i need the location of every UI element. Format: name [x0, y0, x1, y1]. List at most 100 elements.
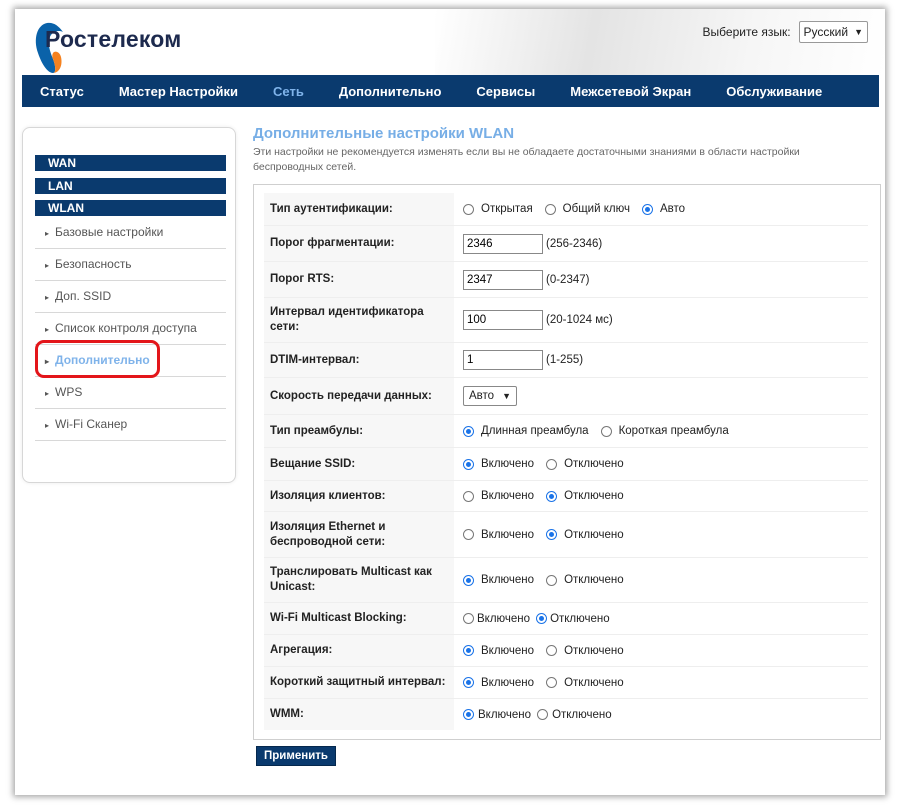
dtim-interval-input[interactable] [463, 350, 543, 370]
language-label: Выберите язык: [702, 25, 791, 39]
row-eth-isolation: Изоляция Ethernet и беспроводной сети: В… [264, 512, 868, 558]
sidebar-item-wps[interactable]: ▸ WPS [35, 377, 226, 409]
ssid-broadcast-on-radio[interactable]: Включено [463, 458, 534, 470]
radio-icon [463, 490, 474, 502]
nav-wizard[interactable]: Мастер Настройки [119, 84, 238, 99]
radio-icon [463, 613, 474, 624]
chevron-down-icon: ▼ [502, 391, 511, 401]
field-label: Порог фрагментации: [264, 226, 454, 261]
bullet-icon: ▸ [45, 293, 50, 302]
sidebar-header-lan[interactable]: LAN [35, 178, 226, 194]
mcast-block-on-radio[interactable]: Включено [463, 613, 530, 625]
mcast-unicast-on-radio[interactable]: Включено [463, 574, 534, 586]
client-isolation-on-radio[interactable]: Включено [463, 490, 534, 502]
field-label: Тип аутентификации: [264, 193, 454, 225]
wmm-off-radio[interactable]: Отключено [537, 709, 612, 721]
option-label: Включено [481, 458, 535, 470]
radio-icon [600, 425, 612, 437]
field-hint: (20-1024 мс) [546, 314, 613, 326]
field-label: Wi-Fi Multicast Blocking: [264, 603, 454, 634]
row-wmm: WMM: Включено Отключено [264, 699, 868, 730]
auth-auto-radio[interactable]: Авто [641, 203, 685, 215]
page-title: Дополнительные настройки WLAN [253, 125, 515, 142]
mcast-block-off-radio[interactable]: Отключено [536, 613, 610, 625]
row-rts: Порог RTS: (0-2347) [264, 262, 868, 298]
option-label: Отключено [564, 528, 624, 541]
nav-advanced[interactable]: Дополнительно [339, 84, 442, 99]
row-auth-type: Тип аутентификации: Открытая Общий ключ … [264, 193, 868, 226]
row-rate: Скорость передачи данных: Авто ▼ [264, 378, 868, 415]
radio-checked-icon [463, 425, 474, 437]
sidebar-item-basic[interactable]: ▸ Базовые настройки [35, 217, 226, 249]
nav-services[interactable]: Сервисы [476, 84, 535, 99]
field-label: Изоляция клиентов: [264, 481, 454, 511]
preamble-short-radio[interactable]: Короткая преамбула [600, 425, 729, 437]
language-selector: Выберите язык: Русский ▼ [703, 21, 868, 43]
language-dropdown[interactable]: Русский ▼ [798, 21, 868, 43]
row-mcast-block: Wi-Fi Multicast Blocking: Включено Отклю… [264, 603, 868, 635]
radio-checked-icon [463, 709, 474, 720]
short-gi-on-radio[interactable]: Включено [463, 677, 534, 689]
sidebar-item-security[interactable]: ▸ Безопасность [35, 249, 226, 281]
data-rate-select[interactable]: Авто ▼ [463, 386, 517, 406]
radio-icon [537, 709, 549, 720]
sidebar-item-wifi-scanner[interactable]: ▸ Wi-Fi Сканер [35, 409, 226, 441]
preamble-long-radio[interactable]: Длинная преамбула [463, 425, 589, 437]
aggregation-off-radio[interactable]: Отключено [546, 645, 624, 657]
field-label: WMM: [264, 699, 454, 730]
sidebar-header-wan[interactable]: WAN [35, 155, 226, 171]
eth-isolation-on-radio[interactable]: Включено [463, 529, 534, 541]
field-label: DTIM-интервал: [264, 343, 454, 377]
main-nav: Статус Мастер Настройки Сеть Дополнитель… [22, 75, 879, 107]
nav-status[interactable]: Статус [40, 84, 84, 99]
sidebar-item-label: Wi-Fi Сканер [55, 417, 128, 431]
sidebar-item-label: Базовые настройки [55, 225, 164, 239]
nav-firewall[interactable]: Межсетевой Экран [570, 84, 691, 99]
row-aggregation: Агрегация: Включено Отключено [264, 635, 868, 667]
wmm-on-radio[interactable]: Включено [463, 709, 531, 721]
auth-shared-radio[interactable]: Общий ключ [544, 203, 630, 215]
option-label: Отключено [564, 458, 624, 470]
sidebar-header-wlan[interactable]: WLAN [35, 200, 226, 216]
field-label: Порог RTS: [264, 262, 454, 297]
mcast-unicast-off-radio[interactable]: Отключено [546, 574, 624, 586]
apply-button[interactable]: Применить [256, 746, 336, 766]
aggregation-on-radio[interactable]: Включено [463, 645, 534, 657]
radio-checked-icon [546, 529, 558, 540]
radio-checked-icon [536, 613, 548, 624]
sidebar-item-extra-ssid[interactable]: ▸ Доп. SSID [35, 281, 226, 313]
option-label: Включено [481, 644, 535, 657]
beacon-interval-input[interactable] [463, 310, 543, 330]
eth-isolation-off-radio[interactable]: Отключено [546, 529, 624, 541]
radio-icon [544, 203, 556, 215]
radio-icon [546, 677, 558, 688]
row-client-isolation: Изоляция клиентов: Включено Отключено [264, 481, 868, 512]
ssid-broadcast-off-radio[interactable]: Отключено [546, 458, 624, 470]
option-label: Отключено [564, 676, 624, 689]
radio-checked-icon [641, 203, 653, 215]
language-value: Русский [803, 25, 849, 39]
row-short-gi: Короткий защитный интервал: Включено Отк… [264, 667, 868, 699]
bullet-icon: ▸ [45, 229, 50, 238]
row-frag: Порог фрагментации: (256-2346) [264, 226, 868, 262]
option-label: Включено [478, 708, 532, 721]
client-isolation-off-radio[interactable]: Отключено [546, 490, 624, 502]
auth-open-radio[interactable]: Открытая [463, 203, 533, 215]
settings-panel: Тип аутентификации: Открытая Общий ключ … [253, 184, 881, 740]
field-label: Изоляция Ethernet и беспроводной сети: [264, 512, 454, 557]
option-label: Отключено [564, 490, 624, 502]
page-description: Эти настройки не рекомендуется изменять … [253, 146, 800, 173]
field-label: Короткий защитный интервал: [264, 667, 454, 698]
radio-checked-icon [463, 458, 474, 470]
field-label: Интервал идентификатора сети: [264, 298, 454, 342]
nav-network[interactable]: Сеть [273, 84, 304, 99]
rts-threshold-input[interactable] [463, 269, 543, 290]
bullet-icon: ▸ [45, 421, 50, 430]
field-label: Тип преамбулы: [264, 415, 454, 447]
row-preamble: Тип преамбулы: Длинная преамбула Коротка… [264, 415, 868, 448]
short-gi-off-radio[interactable]: Отключено [546, 677, 624, 689]
row-ssid-broadcast: Вещание SSID: Включено Отключено [264, 448, 868, 481]
frag-threshold-input[interactable] [463, 233, 543, 254]
option-label: Открытая [481, 203, 533, 215]
nav-maintenance[interactable]: Обслуживание [726, 84, 822, 99]
